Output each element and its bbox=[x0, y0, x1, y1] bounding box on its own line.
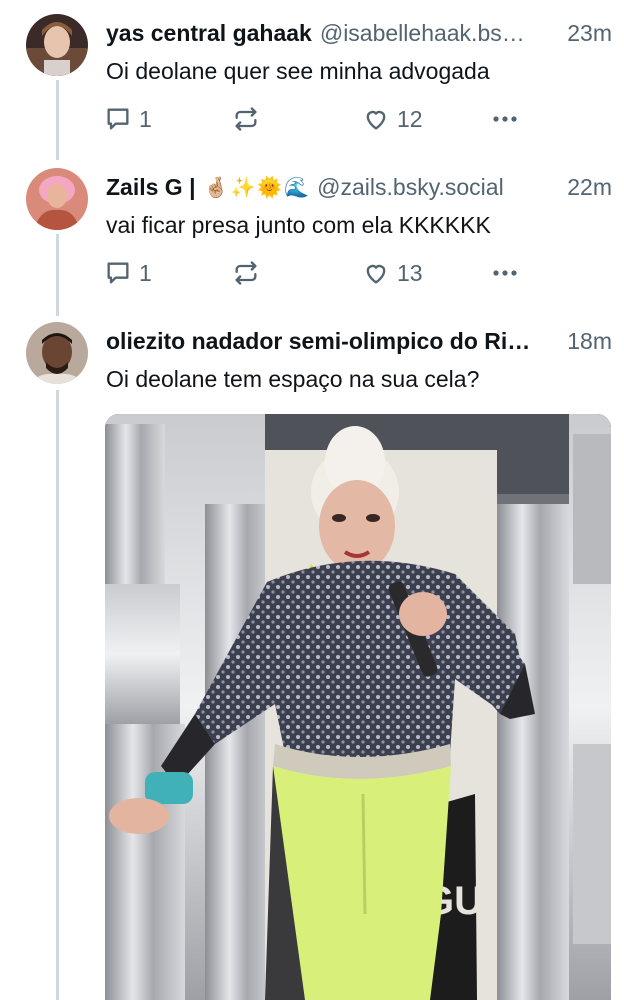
reply-count: 1 bbox=[139, 105, 152, 132]
sparkles-emoji: ✨ bbox=[230, 176, 256, 199]
avatar[interactable] bbox=[26, 14, 88, 76]
reply-count: 1 bbox=[139, 259, 152, 286]
like-count: 12 bbox=[397, 105, 423, 132]
like-icon bbox=[362, 259, 390, 287]
more-icon bbox=[490, 258, 520, 288]
crossed-fingers-emoji: 🤞🏼 bbox=[203, 176, 229, 199]
reply-icon bbox=[104, 105, 132, 133]
reply-button[interactable]: 1 bbox=[104, 104, 152, 134]
author-handle[interactable]: @isabellehaak.bs… bbox=[320, 20, 557, 47]
avatar[interactable] bbox=[26, 168, 88, 230]
author-name[interactable]: yas central gahaak bbox=[106, 20, 312, 47]
post-time[interactable]: 23m bbox=[567, 20, 612, 47]
more-button[interactable] bbox=[490, 258, 520, 288]
repost-button[interactable] bbox=[232, 104, 260, 134]
post-text: vai ficar presa junto com ela KKKKKK bbox=[106, 212, 491, 238]
post-time[interactable]: 18m bbox=[567, 328, 612, 355]
like-button[interactable]: 13 bbox=[362, 258, 423, 288]
more-button[interactable] bbox=[490, 104, 520, 134]
post[interactable]: Zails G | 🤞🏼 ✨ 🌞 🌊 @zails.bsky.social 22m v… bbox=[0, 154, 624, 304]
post-text: Oi deolane tem espaço na sua cela? bbox=[106, 366, 480, 392]
sun-emoji: 🌞 bbox=[257, 176, 283, 199]
like-count: 13 bbox=[397, 259, 423, 286]
like-button[interactable]: 12 bbox=[362, 104, 423, 134]
post-text: Oi deolane quer see minha advogada bbox=[106, 58, 490, 84]
repost-button[interactable] bbox=[232, 258, 260, 288]
more-icon bbox=[490, 104, 520, 134]
author-handle[interactable]: @zails.bsky.social bbox=[317, 174, 557, 201]
avatar[interactable] bbox=[26, 322, 88, 384]
like-icon bbox=[362, 105, 390, 133]
reply-icon bbox=[104, 259, 132, 287]
repost-icon bbox=[232, 105, 260, 133]
reply-button[interactable]: 1 bbox=[104, 258, 152, 288]
author-name[interactable]: oliezito nadador semi-olimpico do Ri… bbox=[106, 328, 530, 355]
wave-emoji: 🌊 bbox=[284, 176, 310, 199]
post-image[interactable]: GU bbox=[105, 414, 611, 1000]
post[interactable]: yas central gahaak @isabellehaak.bs… 23m… bbox=[0, 0, 624, 150]
author-name[interactable]: Zails G | bbox=[106, 174, 196, 201]
name-emojis: 🤞🏼 ✨ 🌞 🌊 bbox=[202, 175, 310, 200]
repost-icon bbox=[232, 259, 260, 287]
post-time[interactable]: 22m bbox=[567, 174, 612, 201]
